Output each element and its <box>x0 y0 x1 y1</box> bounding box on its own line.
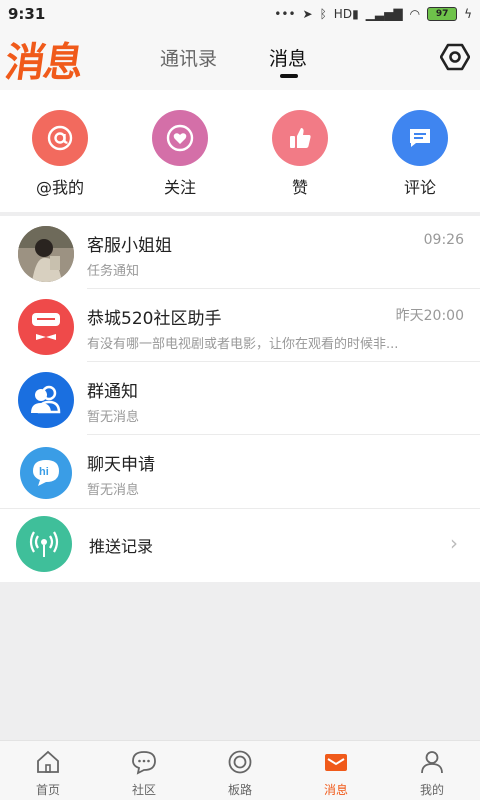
bluetooth-icon: ᛒ <box>319 7 327 21</box>
header: 消息 通讯录 消息 <box>0 28 480 90</box>
message-time: 09:26 <box>423 232 464 248</box>
heart-icon <box>152 110 208 166</box>
chevron-right-icon: › <box>450 531 458 555</box>
home-icon <box>37 750 59 773</box>
status-bar: 9:31 ••• ➤ ᛒ HD▮ ▁▃▅▇ ◠ 97 ϟ <box>0 0 480 28</box>
assistant-avatar <box>18 299 74 355</box>
photo-avatar <box>18 226 74 282</box>
quick-action-comment[interactable]: 评论 <box>375 110 465 198</box>
quick-action-label: 赞 <box>291 178 308 197</box>
message-title: 聊天申请 <box>87 455 155 475</box>
message-preview: 有没有哪一部电视剧或者电影，让你在观看的时候非... <box>87 337 399 352</box>
wifi-icon: ◠ <box>409 7 421 21</box>
quick-action-at-me[interactable]: @我的 <box>15 110 105 198</box>
nav-messages[interactable]: 消息 <box>288 741 384 800</box>
quick-actions: @我的 关注 赞 评论 <box>0 90 480 212</box>
nav-profile[interactable]: 我的 <box>384 741 480 800</box>
nav-label: 社区 <box>131 783 156 797</box>
message-preview: 暂无消息 <box>87 410 140 425</box>
nav-label: 我的 <box>419 783 444 797</box>
list-item[interactable]: 客服小姐姐 任务通知 09:26 <box>0 216 480 289</box>
tab-contacts[interactable]: 通讯录 <box>160 44 217 71</box>
hd-label: HD <box>333 7 353 21</box>
push-records-title: 推送记录 <box>89 537 154 556</box>
app-logo: 消息 <box>2 39 85 86</box>
battery-icon: 97 <box>427 7 458 21</box>
group-icon <box>18 372 74 428</box>
at-icon <box>32 110 88 166</box>
tab-messages[interactable]: 消息 <box>269 44 307 71</box>
nav-home[interactable]: 首页 <box>0 741 96 800</box>
message-preview: 暂无消息 <box>87 483 140 498</box>
message-time: 昨天20:00 <box>395 308 464 324</box>
list-item[interactable]: 恭城520社区助手 有没有哪一部电视剧或者电影，让你在观看的时候非... 昨天2… <box>0 289 480 362</box>
nav-community[interactable]: 社区 <box>96 741 192 800</box>
broadcast-icon <box>16 516 72 572</box>
chat-request-icon: hi <box>20 447 72 499</box>
charging-icon: ϟ <box>464 7 472 21</box>
circle-icon <box>228 750 252 774</box>
message-preview: 任务通知 <box>87 264 140 279</box>
quick-action-label: @我的 <box>35 178 84 197</box>
nav-label: 板路 <box>227 783 252 797</box>
message-title: 群通知 <box>87 382 138 402</box>
nav-label: 消息 <box>323 783 348 797</box>
thumbs-up-icon <box>272 110 328 166</box>
quick-action-follow[interactable]: 关注 <box>135 110 225 198</box>
status-time: 9:31 <box>8 5 46 23</box>
quick-action-label: 评论 <box>403 178 436 197</box>
message-title: 客服小姐姐 <box>87 236 172 256</box>
community-icon <box>132 751 156 775</box>
person-icon <box>421 751 443 774</box>
nav-label: 首页 <box>35 783 60 797</box>
svg-text:hi: hi <box>39 466 49 478</box>
hd-signal-icon: HD▮ <box>333 7 359 21</box>
message-title: 恭城520社区助手 <box>87 309 222 329</box>
list-item[interactable]: hi 聊天申请 暂无消息 <box>0 435 480 508</box>
comment-icon <box>392 110 448 166</box>
quick-action-label: 关注 <box>163 178 196 197</box>
signal-icon: ▁▃▅▇ <box>365 7 403 21</box>
quick-action-like[interactable]: 赞 <box>255 110 345 198</box>
list-item[interactable]: 群通知 暂无消息 <box>0 362 480 435</box>
message-list: 客服小姐姐 任务通知 09:26 恭城520社区助手 有没有哪一部电视剧或者电影… <box>0 216 480 582</box>
settings-hexagon-icon[interactable] <box>440 42 470 72</box>
dots-icon: ••• <box>274 7 296 21</box>
system-icons: ••• ➤ ᛒ HD▮ ▁▃▅▇ ◠ 97 ϟ <box>274 7 472 21</box>
location-icon: ➤ <box>302 7 313 21</box>
mail-icon <box>325 754 347 771</box>
active-tab-indicator <box>280 74 298 78</box>
battery-level: 97 <box>435 9 449 19</box>
nav-board[interactable]: 板路 <box>192 741 288 800</box>
push-records-item[interactable]: 推送记录 › <box>0 508 480 582</box>
bottom-nav: 首页 社区 板路 消息 我的 <box>0 740 480 800</box>
